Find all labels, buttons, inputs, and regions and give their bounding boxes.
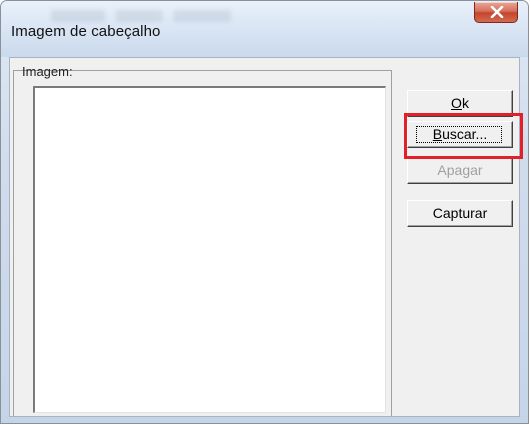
image-group-label: Imagem: [22,64,73,79]
dialog-client-area: Ok Buscar... Apagar Capturar [9,57,520,417]
close-x-icon [490,6,504,18]
ok-accelerator: O [451,95,462,111]
apagar-button: Apagar [407,157,513,184]
annotation-highlight-box [404,113,523,159]
window-title: Imagem de cabeçalho [11,23,161,40]
close-button[interactable] [474,2,518,23]
title-bar[interactable]: Imagem de cabeçalho [1,1,528,57]
background-ghost-text [51,10,231,22]
capturar-button[interactable]: Capturar [407,200,513,227]
dialog-window: Imagem de cabeçalho Ok Buscar... Apagar … [0,0,529,424]
image-preview-area [33,86,386,413]
ok-label-rest: k [461,95,469,111]
